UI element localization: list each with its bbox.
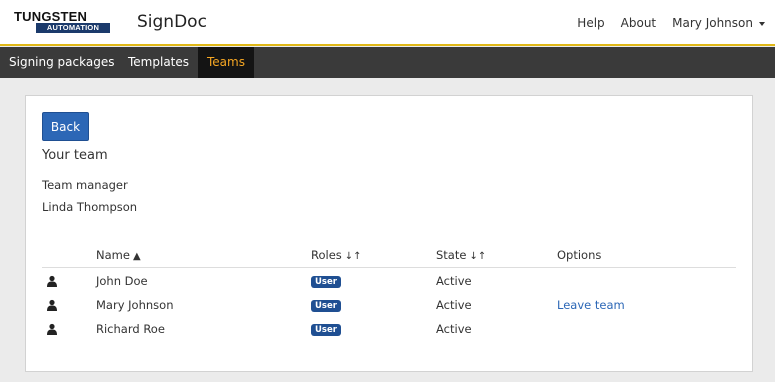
column-state-label: State — [436, 248, 467, 262]
user-icon — [47, 299, 57, 311]
member-role: User — [311, 269, 341, 293]
table-header-divider — [42, 267, 736, 268]
table-row: Richard Roe User Active — [42, 317, 736, 341]
team-manager-label: Team manager — [42, 178, 128, 192]
column-header-roles[interactable]: Roles ↓↑ — [311, 248, 362, 262]
member-role: User — [311, 317, 341, 341]
main-menu: Signing packages Templates Teams — [0, 47, 775, 78]
column-header-name[interactable]: Name ▲ — [96, 248, 141, 262]
role-badge: User — [311, 299, 341, 312]
member-state: Active — [436, 322, 472, 336]
about-link[interactable]: About — [621, 16, 656, 30]
team-panel: Back Your team Team manager Linda Thomps… — [25, 95, 753, 372]
app-title: SignDoc — [137, 12, 207, 32]
member-name: Richard Roe — [96, 322, 165, 336]
table-row: Mary Johnson User Active Leave team — [42, 293, 736, 317]
help-link[interactable]: Help — [577, 16, 604, 30]
tab-signing-packages[interactable]: Signing packages — [0, 47, 123, 78]
column-header-state[interactable]: State ↓↑ — [436, 248, 486, 262]
tab-templates[interactable]: Templates — [119, 47, 198, 78]
member-state: Active — [436, 274, 472, 288]
top-nav: Help About Mary Johnson — [561, 16, 765, 30]
user-menu-label: Mary Johnson — [672, 16, 753, 30]
column-header-options: Options — [557, 248, 602, 262]
table-row: John Doe User Active — [42, 269, 736, 293]
leave-team-link[interactable]: Leave team — [557, 293, 625, 317]
team-manager-name: Linda Thompson — [42, 200, 138, 214]
back-button[interactable]: Back — [42, 112, 89, 141]
column-roles-label: Roles — [311, 248, 342, 262]
page-title: Your team — [42, 148, 108, 163]
member-name: John Doe — [96, 274, 148, 288]
role-badge: User — [311, 275, 341, 288]
sort-icon: ↓↑ — [344, 251, 362, 262]
column-name-label: Name — [96, 248, 130, 262]
tungsten-automation-logo[interactable]: TUNGSTEN AUTOMATION — [14, 9, 110, 33]
member-name: Mary Johnson — [96, 298, 174, 312]
user-icon — [47, 275, 57, 287]
user-menu[interactable]: Mary Johnson — [672, 16, 765, 30]
user-icon — [47, 323, 57, 335]
logo-subtitle: AUTOMATION — [36, 23, 110, 33]
chevron-down-icon — [759, 21, 765, 26]
sort-icon: ↓↑ — [469, 251, 487, 262]
tab-teams[interactable]: Teams — [198, 47, 254, 78]
sort-ascending-icon: ▲ — [132, 251, 141, 262]
role-badge: User — [311, 323, 341, 336]
member-state: Active — [436, 298, 472, 312]
logo-wordmark: TUNGSTEN — [14, 9, 88, 24]
top-bar: TUNGSTEN AUTOMATION SignDoc Help About M… — [0, 0, 775, 46]
member-role: User — [311, 293, 341, 317]
